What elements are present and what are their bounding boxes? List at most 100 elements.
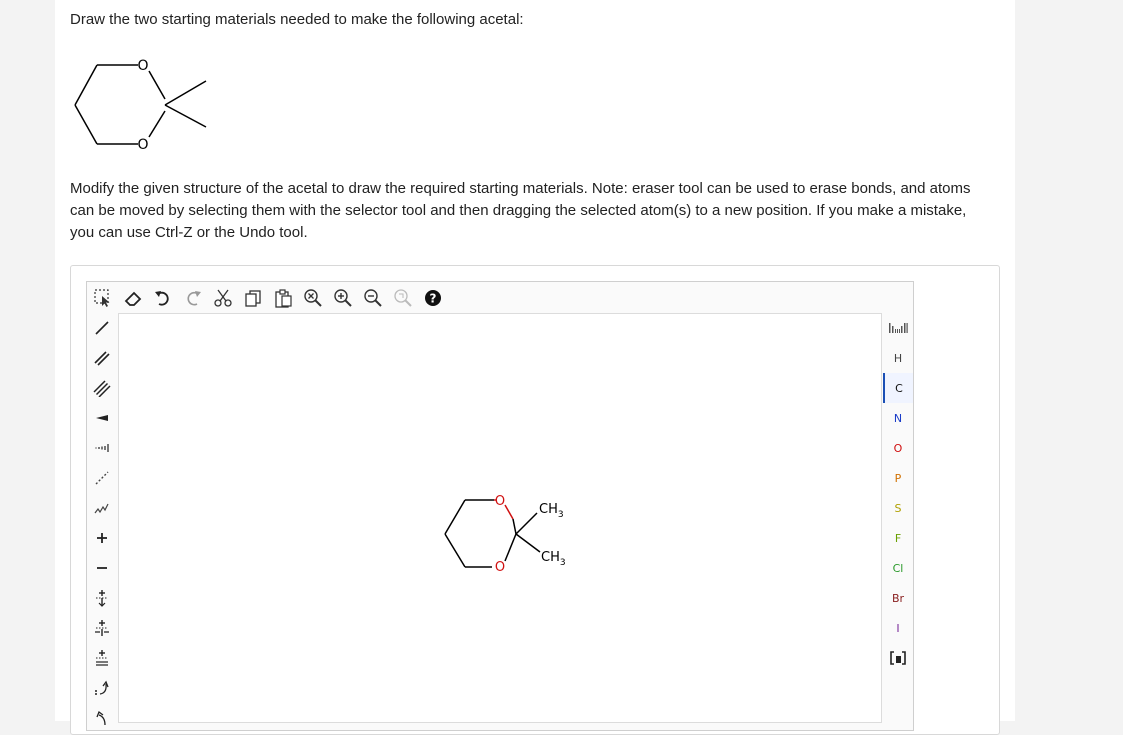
- bond-o-top-c4: [504, 504, 514, 520]
- clean-icon: [394, 289, 412, 307]
- lone-pair-button[interactable]: [87, 583, 117, 613]
- atom-button-s[interactable]: S: [883, 493, 913, 523]
- atom-symbol: P: [894, 471, 902, 485]
- instruction-note: Modify the given structure of the acetal…: [70, 180, 971, 241]
- atom-symbol: Cl: [892, 561, 904, 575]
- triple-bond-icon: [93, 380, 111, 397]
- select-icon: [94, 289, 110, 307]
- lone-pair-icon: [96, 590, 108, 607]
- electrons-button[interactable]: [87, 643, 117, 673]
- triple-bond-button[interactable]: [87, 373, 117, 403]
- atom-symbol: S: [894, 501, 902, 515]
- methyl-1-subscript: 3: [558, 510, 564, 520]
- wavy-bond-button[interactable]: [87, 493, 117, 523]
- atom-symbol: N: [893, 411, 903, 425]
- molecule-drawing[interactable]: O O CH3 CH3: [119, 314, 883, 724]
- dashed-bond-button[interactable]: [87, 463, 117, 493]
- atom-button-o[interactable]: O: [883, 433, 913, 463]
- curved-arrow-button[interactable]: [87, 673, 117, 703]
- double-bond-button[interactable]: [87, 343, 117, 373]
- bracket-icon: [890, 651, 906, 665]
- help-icon: ?: [425, 290, 441, 306]
- figure-oxygen-bottom: O: [137, 137, 148, 153]
- single-bond-icon: [95, 321, 109, 335]
- plus-icon: [97, 533, 107, 543]
- positive-charge-button[interactable]: [87, 523, 117, 553]
- redo-button[interactable]: [178, 284, 208, 312]
- clean-structure-button[interactable]: [388, 284, 418, 312]
- paste-button[interactable]: [268, 284, 298, 312]
- atom-symbol: F: [894, 531, 902, 545]
- radical-button[interactable]: [87, 613, 117, 643]
- atom-button-cl[interactable]: Cl: [883, 553, 913, 583]
- select-tool-button[interactable]: [88, 284, 118, 312]
- atom-oxygen-bottom: O: [495, 560, 505, 575]
- hash-bond-icon: [95, 444, 109, 452]
- zoom-in-button[interactable]: [328, 284, 358, 312]
- paste-icon: [275, 289, 292, 308]
- zoom-in-icon: [334, 289, 352, 307]
- negative-charge-button[interactable]: [87, 553, 117, 583]
- atom-symbol: C: [895, 381, 903, 395]
- radical-icon: [95, 620, 109, 636]
- bond-c4-methyl-2: [515, 533, 541, 553]
- left-toolbar: [87, 313, 117, 726]
- methyl-group-1: CH3: [539, 502, 564, 520]
- drawing-canvas[interactable]: O O CH3 CH3: [118, 313, 882, 723]
- atom-button-i[interactable]: I: [883, 613, 913, 643]
- question-prompt: Draw the two starting materials needed t…: [70, 11, 524, 28]
- atom-button-n[interactable]: N: [883, 403, 913, 433]
- periodic-table-icon: [889, 323, 908, 333]
- bond-c1-c6: [444, 499, 466, 535]
- zoom-out-icon: [364, 289, 382, 307]
- arrow-button[interactable]: [87, 703, 117, 733]
- wedge-bond-icon: [96, 415, 108, 421]
- atom-button-br[interactable]: Br: [883, 583, 913, 613]
- undo-icon: [155, 291, 169, 306]
- zoom-reset-button[interactable]: [298, 284, 328, 312]
- arrow-icon: [96, 710, 106, 726]
- periodic-table-button[interactable]: [883, 313, 913, 343]
- redo-icon: [187, 291, 201, 306]
- double-bond-icon: [94, 351, 110, 366]
- atom-toolbar: H C N O P S F Cl Br I: [883, 313, 913, 723]
- zoom-out-button[interactable]: [358, 284, 388, 312]
- help-button[interactable]: ?: [418, 284, 448, 312]
- methyl-1-main: CH: [539, 502, 558, 517]
- atom-symbol: H: [893, 351, 903, 365]
- copy-icon: [245, 290, 261, 307]
- undo-button[interactable]: [148, 284, 178, 312]
- zoom-reset-icon: [304, 289, 322, 307]
- electrons-icon: [96, 650, 108, 666]
- single-bond-button[interactable]: [87, 313, 117, 343]
- atom-button-p[interactable]: P: [883, 463, 913, 493]
- cut-icon: [214, 289, 232, 307]
- atom-oxygen-top: O: [495, 494, 505, 509]
- atom-button-c[interactable]: C: [883, 373, 913, 403]
- svg-text:?: ?: [430, 292, 437, 306]
- eraser-tool-button[interactable]: [118, 284, 148, 312]
- cut-button[interactable]: [208, 284, 238, 312]
- curved-arrow-icon: [95, 680, 109, 695]
- atom-button-h[interactable]: H: [883, 343, 913, 373]
- methyl-2-subscript: 3: [560, 558, 566, 568]
- acetal-structure-figure: O O: [74, 58, 207, 153]
- top-toolbar: ?: [88, 283, 448, 313]
- methyl-2-main: CH: [541, 550, 560, 565]
- figure-oxygen-top: O: [137, 58, 148, 74]
- bond-c4-methyl-1: [515, 512, 538, 535]
- hash-bond-button[interactable]: [87, 433, 117, 463]
- eraser-icon: [124, 291, 142, 306]
- atom-symbol: Br: [891, 591, 905, 605]
- wedge-bond-button[interactable]: [87, 403, 117, 433]
- minus-icon: [97, 567, 107, 569]
- methyl-group-2: CH3: [541, 550, 566, 568]
- bond-c6-c5: [444, 533, 466, 568]
- atom-symbol: I: [896, 621, 900, 635]
- bond-c4-o-top-black: [512, 518, 517, 535]
- dashed-bond-icon: [95, 471, 109, 485]
- copy-button[interactable]: [238, 284, 268, 312]
- atom-symbol: O: [893, 441, 903, 455]
- bracket-button[interactable]: [883, 643, 913, 673]
- atom-button-f[interactable]: F: [883, 523, 913, 553]
